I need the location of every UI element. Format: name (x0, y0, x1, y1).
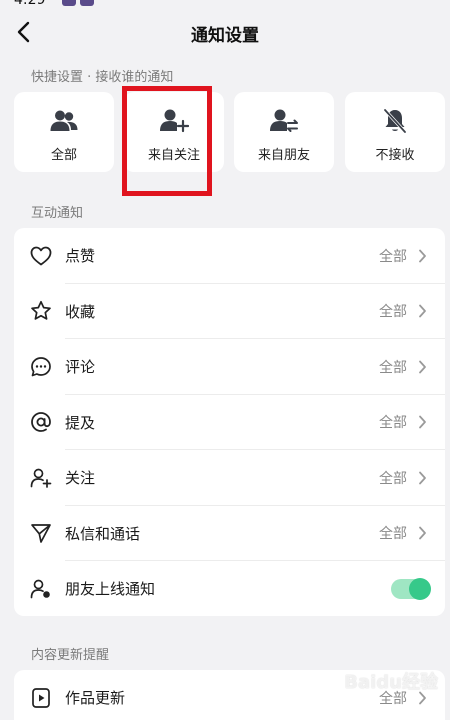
comment-icon (28, 354, 54, 380)
user-swap-icon (269, 106, 299, 136)
navigation-bar: 通知设置 (0, 12, 450, 54)
row-label: 作品更新 (65, 689, 126, 708)
row-value: 全部 (379, 248, 407, 265)
row-value: 全部 (379, 690, 407, 707)
row-label: 朋友上线通知 (65, 580, 156, 599)
status-time: 4:29 (14, 0, 46, 8)
row-value: 全部 (379, 359, 407, 376)
user-online-icon (28, 576, 54, 602)
bell-off-icon (380, 106, 410, 136)
interaction-section-title: 互动通知 (31, 206, 84, 221)
row-value: 全部 (379, 526, 407, 543)
content-list: 作品更新 全部 (14, 670, 445, 720)
row-label: 关注 (65, 469, 96, 488)
chevron-right-icon (415, 691, 429, 705)
quick-card-following[interactable]: 来自关注 (124, 92, 224, 172)
chevron-right-icon (415, 415, 429, 429)
toggle-knob (409, 577, 431, 600)
quick-settings-row: 全部 来自关注 来自朋友 不接收 (14, 92, 445, 172)
heart-icon (28, 243, 54, 269)
row-label: 提及 (65, 413, 96, 432)
video-icon (28, 685, 54, 711)
row-favorites[interactable]: 收藏 全部 (14, 284, 445, 339)
row-label: 收藏 (65, 302, 96, 321)
user-plus-icon (28, 465, 54, 491)
at-icon (28, 409, 54, 435)
row-mentions[interactable]: 提及 全部 (14, 395, 445, 450)
quick-card-friends[interactable]: 来自朋友 (234, 92, 334, 172)
row-works-update[interactable]: 作品更新 全部 (14, 670, 445, 720)
quick-card-label: 不接收 (375, 148, 415, 163)
row-value: 全部 (379, 304, 407, 321)
quick-card-none[interactable]: 不接收 (345, 92, 445, 172)
two-users-icon (49, 106, 79, 136)
interaction-list: 点赞 全部 收藏 全部 评论 全部 提及 全部 关注 全部 私信和通话 全部 朋… (14, 228, 445, 616)
row-label: 点赞 (65, 247, 96, 266)
chevron-right-icon (415, 471, 429, 485)
chevron-right-icon (415, 360, 429, 374)
quick-card-all[interactable]: 全部 (14, 92, 114, 172)
row-likes[interactable]: 点赞 全部 (14, 228, 445, 284)
friend-online-toggle[interactable] (391, 577, 431, 600)
row-follows[interactable]: 关注 全部 (14, 450, 445, 506)
page-title: 通知设置 (191, 26, 259, 46)
row-label: 私信和通话 (65, 524, 141, 543)
row-comments[interactable]: 评论 全部 (14, 339, 445, 395)
row-value: 全部 (379, 470, 407, 487)
status-icons (62, 0, 94, 6)
row-friend-online: 朋友上线通知 (14, 561, 445, 617)
quick-settings-title: 快捷设置 · 接收谁的通知 (31, 70, 174, 85)
user-plus-icon (159, 106, 189, 136)
star-icon (28, 298, 54, 324)
row-label: 评论 (65, 358, 96, 377)
chevron-right-icon (415, 526, 429, 540)
send-icon (28, 520, 54, 546)
row-value: 全部 (379, 415, 407, 432)
quick-card-label: 来自朋友 (257, 148, 310, 163)
chevron-right-icon (415, 249, 429, 263)
content-section-title: 内容更新提醒 (31, 648, 110, 663)
quick-card-label: 来自关注 (147, 148, 200, 163)
status-bar: 4:29 (0, 0, 450, 10)
quick-card-label: 全部 (50, 148, 77, 163)
row-messages-calls[interactable]: 私信和通话 全部 (14, 506, 445, 561)
chevron-right-icon (415, 304, 429, 318)
